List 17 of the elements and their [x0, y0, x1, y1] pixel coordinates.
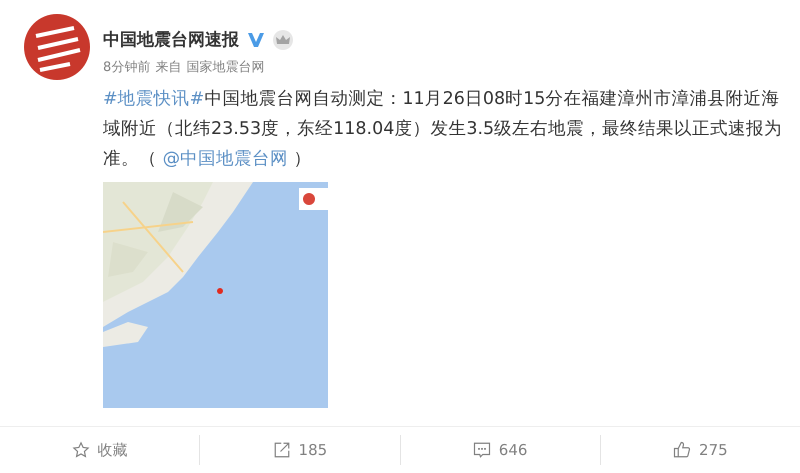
author-name[interactable]: 中国地震台网速报 — [103, 28, 239, 51]
thumbs-up-icon — [673, 441, 692, 459]
source-link[interactable]: 国家地震台网 — [186, 58, 264, 76]
repost-button[interactable]: 185 — [200, 435, 400, 465]
post-time: 8分钟前 — [103, 59, 150, 76]
source-label: 来自 — [155, 59, 182, 76]
crown-icon — [273, 30, 293, 50]
star-icon — [72, 441, 90, 459]
avatar-logo-icon[interactable] — [24, 14, 90, 80]
like-button[interactable]: 275 — [600, 435, 800, 465]
comment-button[interactable]: 646 — [400, 435, 600, 465]
link[interactable]: @中国地震台网 — [162, 149, 288, 169]
post-text: #地震快讯#中国地震台网自动测定：11月26日08时15分在福建漳州市漳浦县附近海域附近（北纬23.53度，东经118.04度）发生3.5级左右地震，最终结果以正式速报为准。（ @中国地震台网 ） — [103, 88, 784, 171]
share-icon — [272, 441, 291, 459]
comment-icon — [472, 441, 491, 459]
favorite-button[interactable]: 收藏 — [0, 435, 200, 465]
link[interactable]: #地震快讯# — [103, 89, 204, 109]
